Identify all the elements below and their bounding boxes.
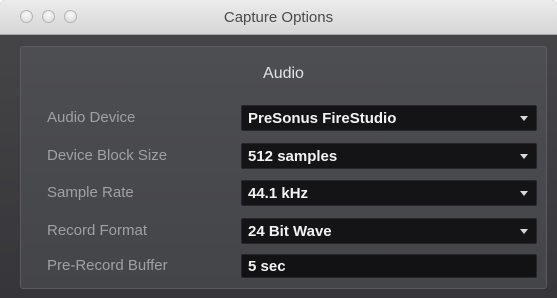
sample-rate-value: 44.1 kHz xyxy=(248,185,309,202)
pre-record-buffer-field[interactable]: 5 sec xyxy=(241,254,537,278)
audio-settings-panel: Audio Audio Device PreSonus FireStudio D… xyxy=(20,46,547,289)
audio-device-value: PreSonus FireStudio xyxy=(248,110,397,127)
device-block-size-label: Device Block Size xyxy=(47,147,168,164)
pre-record-buffer-label: Pre-Record Buffer xyxy=(47,257,168,274)
capture-options-window: Capture Options Audio Audio Device PreSo… xyxy=(0,0,557,298)
device-block-size-value: 512 samples xyxy=(248,148,338,165)
chevron-down-icon xyxy=(520,154,528,159)
window-content: Audio Audio Device PreSonus FireStudio D… xyxy=(0,35,557,298)
chevron-down-icon xyxy=(520,191,528,196)
audio-device-label: Audio Device xyxy=(47,109,136,126)
pre-record-buffer-value[interactable]: 5 sec xyxy=(248,258,286,275)
chevron-down-icon xyxy=(520,116,528,121)
device-block-size-dropdown[interactable]: 512 samples xyxy=(241,143,537,169)
chevron-down-icon xyxy=(520,229,528,234)
sample-rate-dropdown[interactable]: 44.1 kHz xyxy=(241,180,537,206)
record-format-label: Record Format xyxy=(47,222,148,239)
sample-rate-label: Sample Rate xyxy=(47,184,134,201)
record-format-dropdown[interactable]: 24 Bit Wave xyxy=(241,218,537,244)
audio-device-dropdown[interactable]: PreSonus FireStudio xyxy=(241,105,537,131)
window-title: Capture Options xyxy=(223,9,334,26)
title-bar[interactable]: Capture Options xyxy=(0,0,557,35)
section-title: Audio xyxy=(263,65,304,82)
record-format-value: 24 Bit Wave xyxy=(248,223,332,240)
